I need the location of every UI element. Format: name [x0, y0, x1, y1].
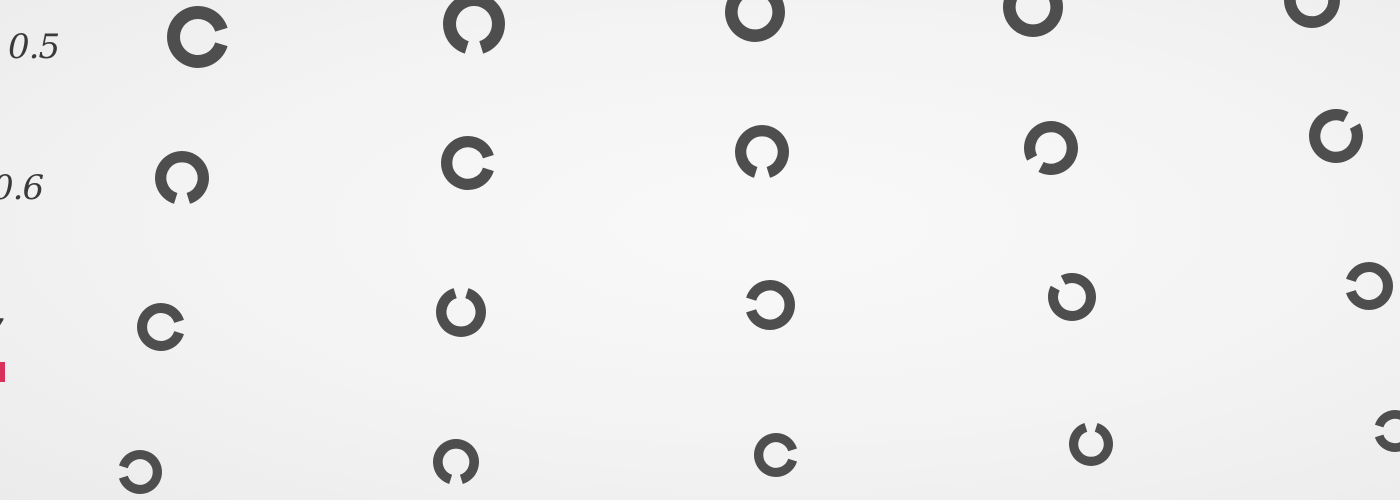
row-label-0-5: 0.5	[8, 27, 60, 67]
landolt-ring-icon	[1374, 410, 1400, 452]
landolt-ring-arc	[1284, 0, 1340, 28]
landolt-ring-icon	[118, 450, 162, 494]
landolt-ring-icon	[1284, 0, 1340, 28]
landolt-ring-arc	[1346, 262, 1393, 310]
landolt-ring-icon	[1024, 121, 1078, 175]
landolt-ring-arc	[443, 0, 505, 54]
landolt-ring-icon	[443, 0, 505, 54]
landolt-ring-arc	[441, 136, 494, 190]
red-row-marker	[0, 362, 5, 382]
row-label-0-6: 0.6	[0, 168, 44, 208]
landolt-ring-arc	[433, 439, 479, 484]
landolt-ring-icon	[441, 136, 494, 190]
landolt-ring-icon	[735, 125, 789, 178]
landolt-ring-arc	[137, 303, 184, 351]
landolt-ring-icon	[754, 433, 798, 477]
landolt-ring-icon	[1309, 109, 1363, 163]
landolt-ring-arc	[754, 433, 798, 477]
landolt-ring-arc	[746, 280, 795, 330]
landolt-ring-arc	[1309, 109, 1363, 163]
landolt-ring-arc	[436, 288, 486, 337]
landolt-ring-icon	[155, 151, 209, 204]
landolt-ring-icon	[1048, 273, 1096, 321]
landolt-ring-icon	[1346, 262, 1393, 310]
eye-chart: 0.5 0.6 7	[0, 0, 1400, 500]
landolt-ring-arc	[1048, 273, 1096, 321]
landolt-ring-arc	[167, 6, 228, 68]
landolt-ring-arc	[1374, 410, 1400, 452]
landolt-ring-arc	[118, 450, 162, 494]
landolt-ring-icon	[433, 439, 479, 484]
landolt-ring-arc	[155, 151, 209, 204]
landolt-ring-arc	[735, 125, 789, 178]
landolt-ring-icon	[137, 303, 184, 351]
landolt-ring-icon	[436, 288, 486, 337]
landolt-ring-icon	[746, 280, 795, 330]
landolt-ring-icon	[1003, 0, 1063, 37]
landolt-ring-arc	[1003, 0, 1063, 37]
landolt-ring-icon	[725, 0, 785, 42]
landolt-ring-arc	[725, 0, 785, 42]
landolt-ring-icon	[1069, 422, 1113, 466]
landolt-ring-arc	[1024, 121, 1078, 175]
row-label-0-7: 7	[0, 312, 4, 352]
landolt-ring-icon	[167, 6, 228, 68]
landolt-ring-arc	[1069, 422, 1113, 466]
